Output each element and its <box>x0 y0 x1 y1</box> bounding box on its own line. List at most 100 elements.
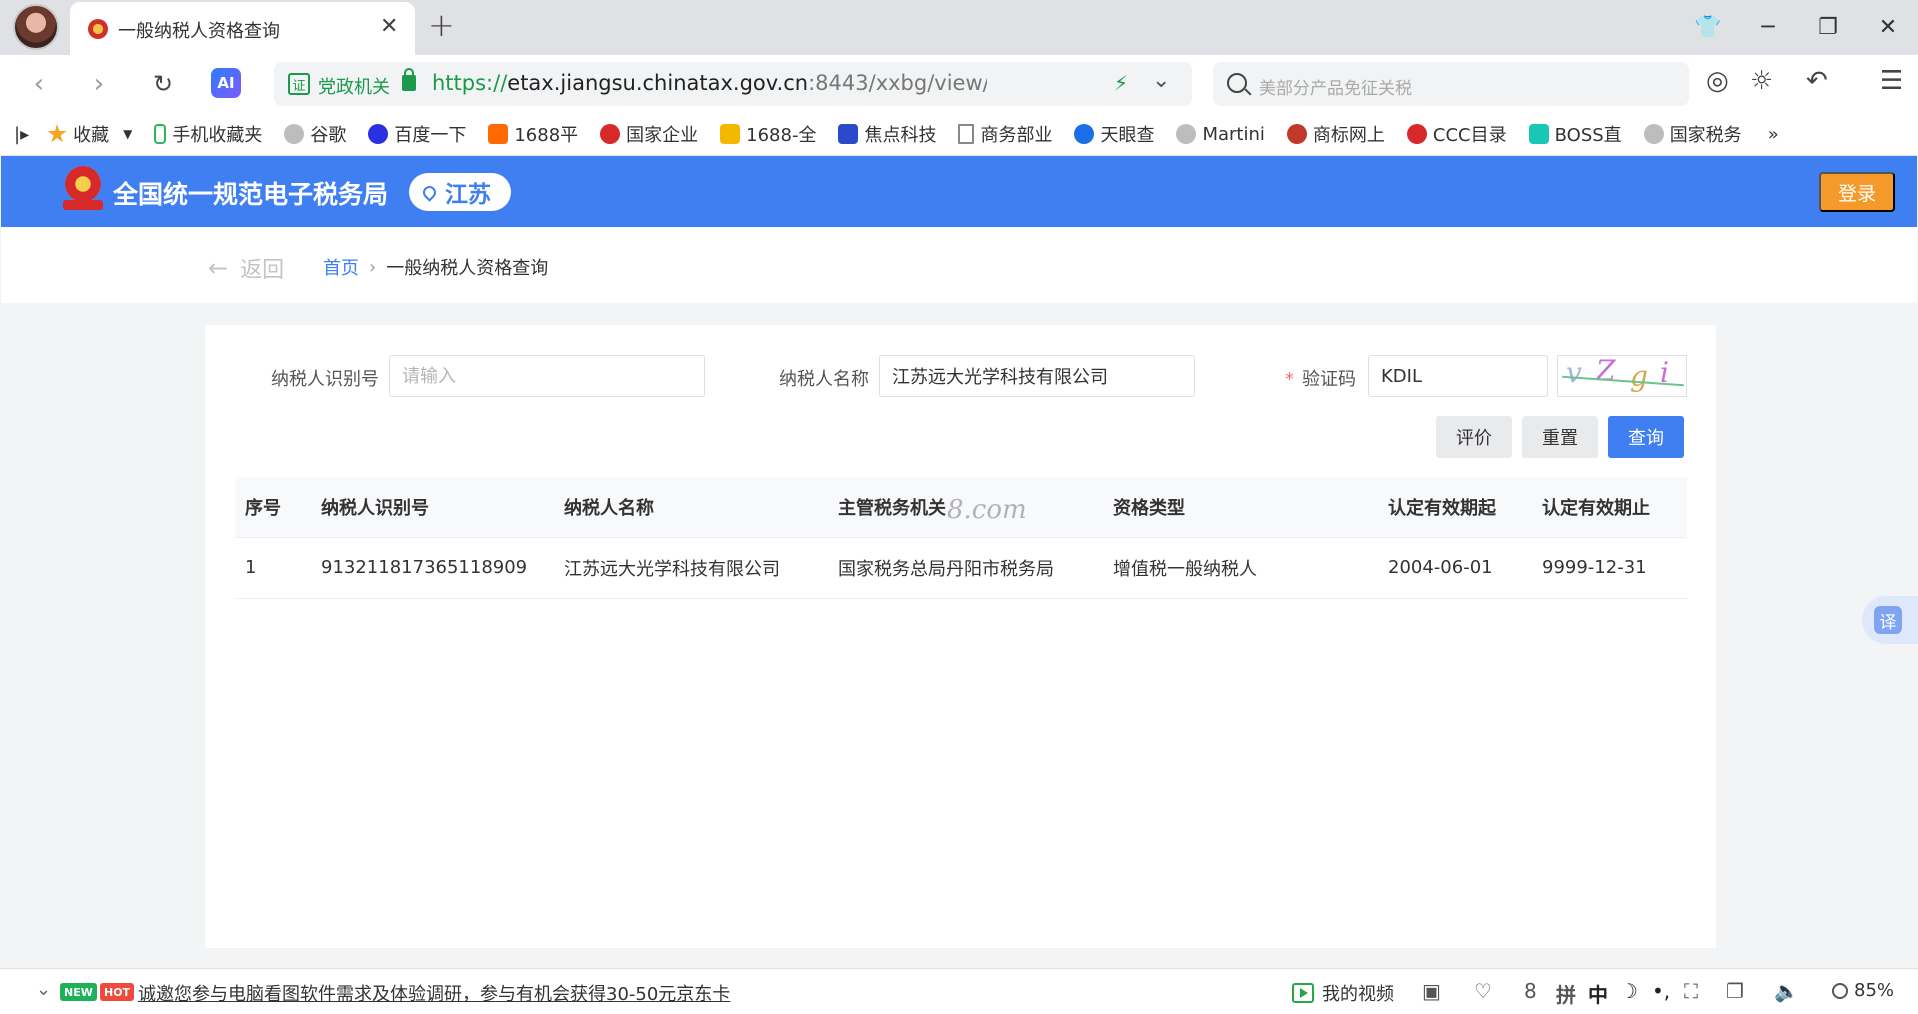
new-tab-icon[interactable]: + <box>428 6 455 44</box>
reload-icon[interactable]: ↻ <box>146 67 180 101</box>
taxpayer-id-input[interactable] <box>389 355 705 397</box>
cell-tax-authority: 国家税务总局丹阳市税务局 <box>828 537 1103 599</box>
fullscreen-icon[interactable]: ⛶ <box>1684 979 1698 1003</box>
sidebar-toggle-icon[interactable]: |▸ <box>14 124 29 145</box>
login-button[interactable]: 登录 <box>1819 172 1895 212</box>
bookmark-item[interactable]: 百度一下 <box>368 121 466 147</box>
bookmark-item[interactable]: 收藏 ▼ <box>47 121 132 147</box>
browser-status-bar: ⌄ NEW HOT 诚邀您参与电脑看图软件需求及体验调研，参与有机会获得30-5… <box>0 968 1918 1014</box>
restore-icon[interactable]: ❐ <box>1798 0 1858 55</box>
zoom-out-icon <box>1832 982 1848 999</box>
url-text[interactable]: https://etax.jiangsu.chinatax.gov.cn:844… <box>432 71 987 95</box>
tab-title: 一般纳税人资格查询 <box>118 21 280 42</box>
ime-chinese-icon[interactable]: 中 <box>1588 979 1608 1008</box>
color-ring-icon[interactable]: ◎ <box>1706 66 1729 96</box>
cell-qualification-type: 增值税一般纳税人 <box>1103 537 1378 599</box>
bookmark-item[interactable]: 国家税务 <box>1643 121 1742 147</box>
speech-icon[interactable]: 8 <box>1524 979 1537 1003</box>
back-link[interactable]: ← 返回 <box>208 252 284 284</box>
taxpayer-name-label: 纳税人名称 <box>779 369 869 390</box>
brightness-icon[interactable]: ☼ <box>1750 66 1773 96</box>
heart-icon[interactable]: ♡ <box>1474 979 1492 1003</box>
image-icon[interactable]: ▣ <box>1422 979 1441 1003</box>
survey-notice-link[interactable]: 诚邀您参与电脑看图软件需求及体验调研，参与有机会获得30-50元京东卡 <box>138 980 730 1006</box>
browser-toolbar: ‹ › ↻ AI 证 党政机关 https://etax.jiangsu.chi… <box>0 55 1918 113</box>
arrow-left-icon: ← <box>208 254 229 282</box>
document-icon <box>958 124 975 144</box>
menu-icon[interactable]: ☰ <box>1880 66 1903 96</box>
col-header-qualification-type: 资格类型 <box>1103 477 1378 538</box>
breadcrumb-separator: › <box>369 256 377 278</box>
region-label: 江苏 <box>445 182 491 208</box>
query-button[interactable]: 查询 <box>1608 416 1684 458</box>
bookmark-item[interactable]: 手机收藏夹 <box>154 121 262 147</box>
shirt-skin-icon[interactable]: 👕 <box>1678 0 1738 55</box>
hot-badge: HOT <box>100 983 135 1001</box>
certificate-icon: 证 <box>288 73 310 95</box>
site-header: 全国统一规范电子税务局 江苏 登录 <box>1 156 1917 227</box>
search-icon <box>1227 73 1247 93</box>
national-emblem-icon <box>600 124 621 144</box>
bookmark-item[interactable]: BOSS直 <box>1528 121 1622 147</box>
captcha-label: * 验证码 <box>1285 369 1356 390</box>
col-header-tax-authority: 主管税务机关 <box>828 477 1103 538</box>
browser-tab-active[interactable]: 一般纳税人资格查询 ✕ <box>70 2 415 55</box>
speed-mode-icon[interactable]: ⚡ <box>1114 71 1128 95</box>
captcha-input[interactable] <box>1368 355 1548 397</box>
region-selector[interactable]: 江苏 <box>409 173 511 211</box>
chevron-down-icon[interactable]: ⌄ <box>36 979 51 1000</box>
cell-valid-from: 2004-06-01 <box>1378 537 1532 599</box>
my-videos-button[interactable]: 我的视频 <box>1292 980 1394 1006</box>
bookmark-item[interactable]: 焦点科技 <box>838 121 936 147</box>
play-icon <box>1292 983 1314 1003</box>
bookmark-item[interactable]: 商务部业 <box>958 121 1052 147</box>
speaker-icon[interactable]: 🔈 <box>1774 979 1799 1003</box>
breadcrumb-bar: ← 返回 首页 › 一般纳税人资格查询 <box>1 227 1917 303</box>
globe-icon <box>1176 124 1197 144</box>
forward-nav-icon[interactable]: › <box>82 67 116 101</box>
window-icon[interactable]: ❐ <box>1726 979 1744 1003</box>
col-header-valid-from: 认定有效期起 <box>1378 477 1532 538</box>
bookmark-item[interactable]: 商标网上 <box>1286 121 1385 147</box>
ai-assistant-icon[interactable]: AI <box>211 68 241 98</box>
bookmark-item[interactable]: Martini <box>1176 124 1265 145</box>
bookmark-item[interactable]: 1688-全 <box>720 121 816 147</box>
national-emblem-icon <box>1406 124 1427 144</box>
breadcrumb: 首页 › 一般纳税人资格查询 <box>323 254 548 280</box>
star-icon <box>47 124 67 143</box>
bookmark-item[interactable]: 天眼查 <box>1074 121 1154 147</box>
taxpayer-id-label: 纳税人识别号 <box>271 369 379 390</box>
translate-button[interactable]: 译 <box>1862 596 1918 644</box>
lock-icon <box>402 68 416 91</box>
minimize-icon[interactable]: ─ <box>1738 0 1798 55</box>
tab-close-icon[interactable]: ✕ <box>380 14 398 39</box>
col-header-valid-to: 认定有效期止 <box>1532 477 1687 538</box>
browser-search-box[interactable]: 美部分产品免征关税 <box>1213 62 1689 106</box>
bookmark-item[interactable]: 1688平 <box>488 121 578 147</box>
punctuation-icon[interactable]: •, <box>1652 979 1670 1003</box>
more-bookmarks-icon[interactable]: » <box>1768 124 1779 145</box>
ime-pinyin-icon[interactable]: 拼 <box>1556 979 1576 1008</box>
bookmark-item[interactable]: 国家企业 <box>600 121 698 147</box>
zoom-control[interactable]: 85% <box>1832 980 1894 1001</box>
captcha-image[interactable]: v Z g i <box>1557 355 1687 397</box>
address-bar[interactable]: 证 党政机关 https://etax.jiangsu.chinatax.gov… <box>274 62 1192 106</box>
undo-icon[interactable]: ↶ <box>1806 66 1828 96</box>
bookmark-item[interactable]: CCC目录 <box>1406 121 1507 147</box>
phone-icon <box>154 124 167 144</box>
profile-avatar[interactable] <box>13 4 59 50</box>
bookmark-item[interactable]: 谷歌 <box>284 121 346 147</box>
tianyancha-icon <box>1074 124 1095 144</box>
close-window-icon[interactable]: ✕ <box>1858 0 1918 55</box>
cell-taxpayer-name: 江苏远大光学科技有限公司 <box>554 537 828 599</box>
evaluate-button[interactable]: 评价 <box>1436 416 1512 458</box>
moon-icon[interactable]: ☽ <box>1620 979 1638 1003</box>
reset-button[interactable]: 重置 <box>1522 416 1598 458</box>
translate-icon: 译 <box>1874 606 1902 634</box>
tax-emblem-favicon-icon <box>88 19 108 39</box>
back-nav-icon[interactable]: ‹ <box>22 67 56 101</box>
table-header-row: 序号 纳税人识别号 纳税人名称 主管税务机关 资格类型 认定有效期起 认定有效期… <box>235 477 1687 538</box>
breadcrumb-home-link[interactable]: 首页 <box>323 254 359 280</box>
taxpayer-name-input[interactable] <box>879 355 1195 397</box>
chevron-down-icon[interactable]: ⌄ <box>1152 68 1170 93</box>
